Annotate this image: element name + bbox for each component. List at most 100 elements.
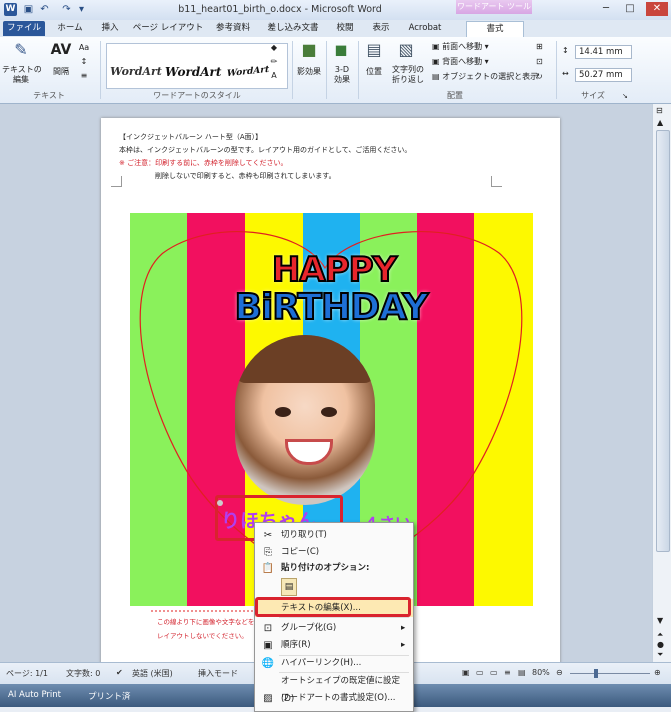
size-group-label: サイズ <box>581 91 605 100</box>
edit-text-button[interactable]: テキストの 編集 <box>2 65 42 85</box>
tab-insert[interactable]: 挿入 <box>93 21 127 36</box>
tab-page-layout[interactable]: ページ レイアウト <box>130 21 206 36</box>
proofing-icon[interactable]: ✔ <box>116 668 123 677</box>
selection-pane-button[interactable]: ▤ オブジェクトの選択と表示 <box>432 72 538 82</box>
bring-forward-label: 前面へ移動 <box>442 42 483 51</box>
next-page-icon[interactable]: ⏷ <box>657 650 663 660</box>
taskbar-item-1[interactable]: AI Auto Print <box>8 690 61 700</box>
tab-references[interactable]: 参考資料 <box>210 21 256 36</box>
height-input[interactable]: 14.41 mm <box>575 45 632 59</box>
send-backward-label: 背面へ移動 <box>442 57 483 66</box>
zoom-slider-thumb[interactable] <box>594 669 598 678</box>
group-objects-icon[interactable]: ⊡ <box>536 57 543 67</box>
maximize-icon[interactable]: □ <box>620 2 640 16</box>
previous-page-icon[interactable]: ⏶ <box>657 630 663 640</box>
view-full-screen-icon[interactable]: ▭ <box>476 668 484 677</box>
spacing-button[interactable]: 間隔 <box>46 67 76 77</box>
wordart-sample-2[interactable]: WordArt <box>165 54 221 90</box>
close-icon[interactable]: ✕ <box>646 2 668 16</box>
send-backward-icon: ▣ <box>432 57 443 66</box>
3d-effects-button[interactable]: 3-D 効果 <box>328 65 356 85</box>
send-backward-button[interactable]: ▣ 背面へ移動 ▾ <box>432 57 489 67</box>
bring-forward-button[interactable]: ▣ 前面へ移動 ▾ <box>432 42 489 52</box>
menu-item-order[interactable]: ▣ 順序(R) ▸ <box>255 636 413 654</box>
shadow-button[interactable]: 影効果 <box>294 67 324 77</box>
zoom-out-icon[interactable]: ⊖ <box>556 668 563 677</box>
menu-item-cut[interactable]: ✂ 切り取り(T) <box>255 526 413 544</box>
fill-icon[interactable]: ◆ <box>268 43 280 53</box>
selection-handle[interactable] <box>217 500 223 506</box>
birthday-text: BiRTHDAY <box>234 286 430 329</box>
child-photo[interactable] <box>235 335 375 505</box>
menu-item-group[interactable]: ⊡ グループ化(G) ▸ <box>255 619 413 637</box>
menu-item-set-default[interactable]: オートシェイプの既定値に設定(D) <box>255 672 413 704</box>
vertical-scrollbar[interactable]: ⊟ ▲ ▼ ⏶ ● ⏷ <box>652 104 671 662</box>
highlight-box-edit-text <box>255 597 411 617</box>
scroll-up-icon[interactable]: ▲ <box>657 118 663 127</box>
tab-review[interactable]: 校閲 <box>330 21 360 36</box>
word-count[interactable]: 文字数: 0 <box>66 668 100 679</box>
word-logo-icon[interactable]: W <box>4 3 17 16</box>
tab-mailings[interactable]: 差し込み文書 <box>262 21 324 36</box>
select-browse-icon[interactable]: ● <box>657 640 664 649</box>
zoom-in-icon[interactable]: ⊕ <box>654 668 661 677</box>
undo-icon[interactable]: ↶ <box>38 3 51 16</box>
position-button[interactable]: 位置 <box>360 67 388 77</box>
separator <box>292 41 293 99</box>
menu-item-hyperlink[interactable]: 🌐 ハイパーリンク(H)... <box>255 654 413 672</box>
tab-view[interactable]: 表示 <box>365 21 397 36</box>
3d-icon: ◼ <box>334 40 348 59</box>
separator <box>100 41 101 99</box>
page-count[interactable]: ページ: 1/1 <box>6 668 48 679</box>
tab-file[interactable]: ファイル <box>3 21 45 36</box>
redo-icon[interactable]: ↷ <box>60 3 73 16</box>
line-icon[interactable]: ✏ <box>268 57 280 67</box>
quick-access-menu-icon[interactable]: ▾ <box>75 3 88 16</box>
view-print-layout-icon[interactable]: ▣ <box>462 668 470 677</box>
menu-item-format-wordart[interactable]: ▨ ワードアートの書式設定(O)... <box>255 689 413 707</box>
wordart-style-gallery[interactable]: WordArt WordArt WordArt <box>106 43 288 89</box>
arrange-group-label: 配置 <box>447 91 463 100</box>
spacing-icon: AV <box>50 42 72 58</box>
paste-icon: 📋 <box>261 563 275 574</box>
align-objects-icon[interactable]: ⊞ <box>536 42 543 52</box>
wordart-sample-1[interactable]: WordArt <box>109 54 163 90</box>
tab-format[interactable]: 書式 <box>466 21 524 37</box>
language[interactable]: 英語 (米国) <box>132 668 173 679</box>
zoom-level[interactable]: 80% <box>532 668 550 677</box>
view-draft-icon[interactable]: ▤ <box>518 668 526 677</box>
tab-home[interactable]: ホーム <box>50 21 90 36</box>
shape-icon[interactable]: A <box>268 71 280 81</box>
view-web-icon[interactable]: ▭ <box>490 668 498 677</box>
ruler-toggle-icon[interactable]: ⊟ <box>656 106 663 115</box>
position-icon: ▤ <box>366 40 382 59</box>
insert-mode[interactable]: 挿入モード <box>198 668 238 679</box>
scroll-thumb[interactable] <box>656 130 670 552</box>
width-input[interactable]: 50.27 mm <box>575 68 632 82</box>
wrap-text-button[interactable]: 文字列の 折り返し <box>388 65 428 85</box>
menu-label: グループ化(G) <box>281 623 337 633</box>
width-icon: ↔ <box>562 69 569 78</box>
ribbon: ✎ テキストの 編集 AV 間隔 Aa ↕ ≡ テキスト WordArt Wor… <box>0 37 671 104</box>
paste-keep-format-icon[interactable]: ▤ <box>281 578 297 596</box>
rotate-icon[interactable]: ↻ <box>536 72 543 82</box>
zoom-slider[interactable] <box>570 673 650 674</box>
save-icon[interactable]: ▣ <box>22 3 35 16</box>
vertical-text-icon[interactable]: ↕ <box>78 57 90 67</box>
scroll-down-icon[interactable]: ▼ <box>657 616 663 625</box>
minimize-icon[interactable]: ─ <box>596 2 616 16</box>
taskbar-item-2[interactable]: プリント済 <box>88 690 131 702</box>
view-outline-icon[interactable]: ≡ <box>504 668 511 677</box>
wordart-tools-label: ワードアート ツール <box>456 0 532 14</box>
ribbon-tabs: ファイル ホーム 挿入 ページ レイアウト 参考資料 差し込み文書 校閲 表示 … <box>0 20 671 38</box>
even-height-icon[interactable]: Aa <box>78 43 90 53</box>
format-shape-icon: ▨ <box>263 693 273 704</box>
dialog-launcher-icon[interactable]: ↘ <box>622 91 628 101</box>
height-icon: ↕ <box>562 46 569 55</box>
menu-separator <box>279 617 409 618</box>
separator <box>358 41 359 99</box>
tab-acrobat[interactable]: Acrobat <box>402 21 448 36</box>
align-icon[interactable]: ≡ <box>78 71 90 81</box>
menu-label: ワードアートの書式設定(O)... <box>281 693 396 703</box>
wordart-sample-3[interactable]: WordArt <box>221 51 275 93</box>
